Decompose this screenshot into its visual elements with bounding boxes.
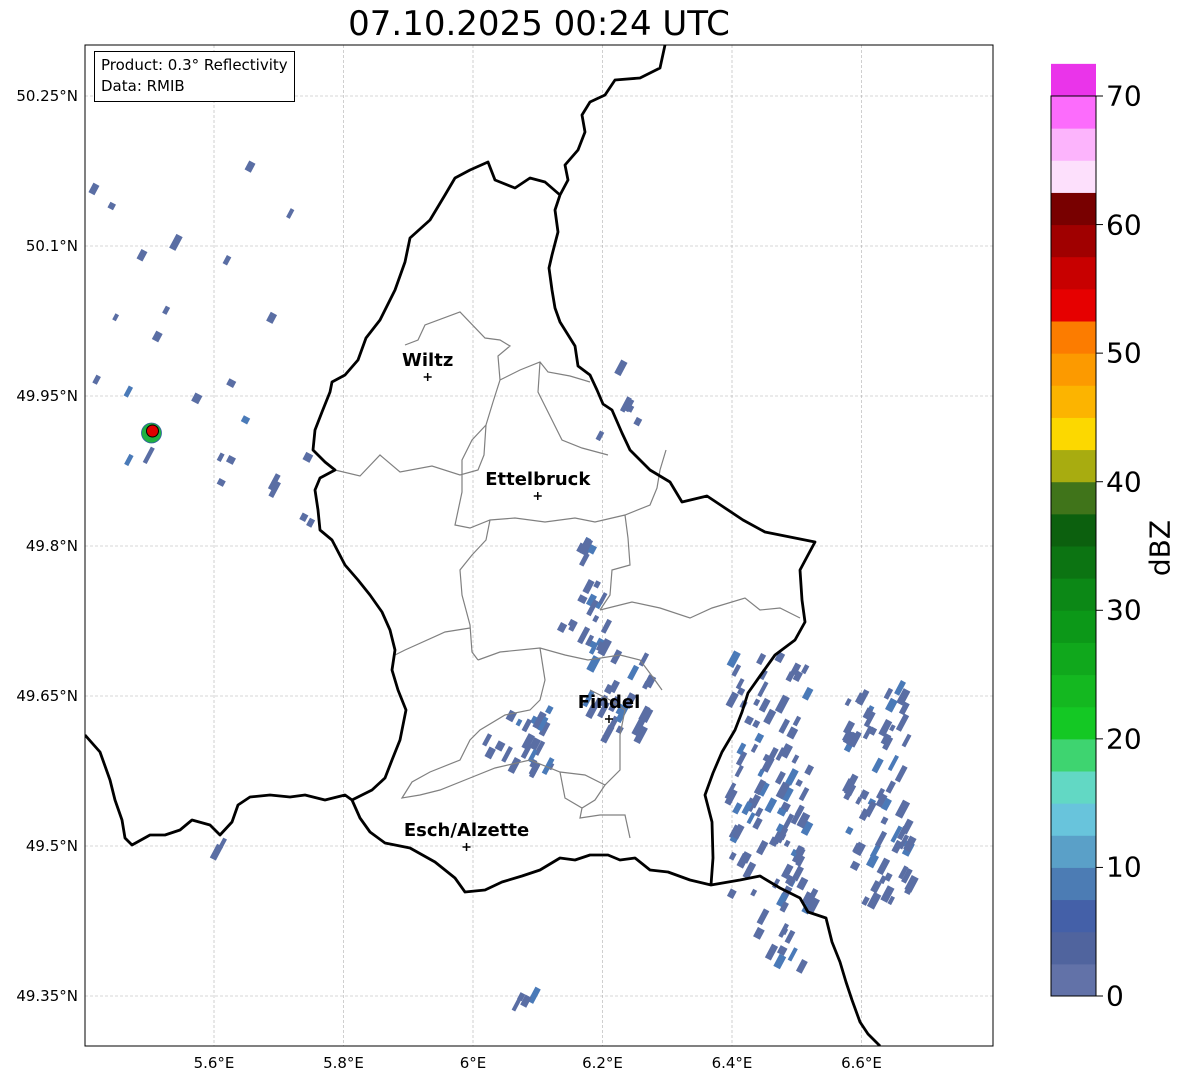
source-text: Data: RMIB	[101, 77, 185, 95]
city-label: Findel	[577, 692, 641, 713]
colorbar-swatch	[1051, 417, 1096, 451]
lat-tick-label: 49.8°N	[25, 537, 78, 555]
colorbar-swatch	[1051, 96, 1096, 129]
colorbar-swatch	[1051, 288, 1096, 322]
colorbar-swatch	[1051, 738, 1096, 772]
colorbar-swatch	[1051, 610, 1096, 643]
colorbar-swatch	[1051, 160, 1096, 193]
colorbar-swatch	[1051, 353, 1096, 386]
colorbar-tick-label: 0	[1106, 979, 1124, 1013]
colorbar-tick-label: 20	[1106, 722, 1142, 756]
colorbar-swatch	[1051, 931, 1096, 965]
colorbar-label: dBZ	[1143, 519, 1177, 577]
colorbar-swatch	[1051, 803, 1096, 836]
colorbar-swatch	[1051, 963, 1096, 997]
info-box: Product: 0.3° Reflectivity Data: RMIB	[94, 51, 295, 102]
city-label: Ettelbruck	[485, 469, 591, 490]
colorbar-tick-label: 60	[1106, 208, 1142, 242]
colorbar-swatch	[1051, 128, 1096, 161]
product-text: Product: 0.3° Reflectivity	[101, 56, 288, 74]
colorbar-swatch	[1051, 546, 1096, 579]
lat-tick-label: 50.1°N	[25, 237, 78, 255]
colorbar-swatch	[1051, 899, 1096, 933]
colorbar-swatch	[1051, 192, 1096, 226]
colorbar-swatch	[1051, 835, 1096, 868]
colorbar-tick-label: 30	[1106, 593, 1142, 627]
colorbar-swatch	[1051, 385, 1096, 418]
colorbar-swatch	[1051, 321, 1096, 354]
colorbar-swatch	[1051, 224, 1096, 258]
colorbar-tick-label: 70	[1106, 79, 1142, 113]
lon-tick-label: 5.6°E	[193, 1054, 235, 1072]
colorbar-swatch	[1051, 481, 1096, 515]
colorbar-swatch	[1051, 578, 1096, 611]
colorbar-swatch	[1051, 771, 1096, 804]
colorbar-swatch	[1051, 706, 1096, 740]
lat-tick-label: 49.95°N	[16, 387, 78, 405]
colorbar-swatch	[1051, 449, 1096, 483]
colorbar-swatch	[1051, 256, 1096, 290]
city-label: Esch/Alzette	[403, 820, 530, 841]
lat-tick-label: 50.25°N	[16, 87, 78, 105]
colorbar-tick-label: 40	[1106, 465, 1142, 499]
colorbar-tick-label: 10	[1106, 850, 1142, 884]
colorbar-swatch	[1051, 642, 1096, 676]
colorbar-swatch	[1051, 513, 1096, 547]
lat-tick-label: 49.5°N	[25, 837, 78, 855]
lon-tick-label: 6.6°E	[841, 1054, 882, 1072]
colorbar-swatch	[1051, 63, 1096, 97]
colorbar-swatch	[1051, 867, 1096, 901]
lon-tick-label: 6°E	[459, 1054, 487, 1072]
colorbar-tick-label: 50	[1106, 336, 1142, 370]
lat-tick-label: 49.65°N	[16, 687, 78, 705]
lon-tick-label: 6.4°E	[711, 1054, 753, 1072]
city-label: Wiltz	[402, 350, 454, 371]
colorbar-swatch	[1051, 674, 1096, 708]
lon-tick-label: 5.8°E	[323, 1054, 364, 1072]
lat-tick-label: 49.35°N	[16, 987, 78, 1005]
lon-tick-label: 6.2°E	[582, 1054, 623, 1072]
colorbar	[1050, 63, 1103, 997]
